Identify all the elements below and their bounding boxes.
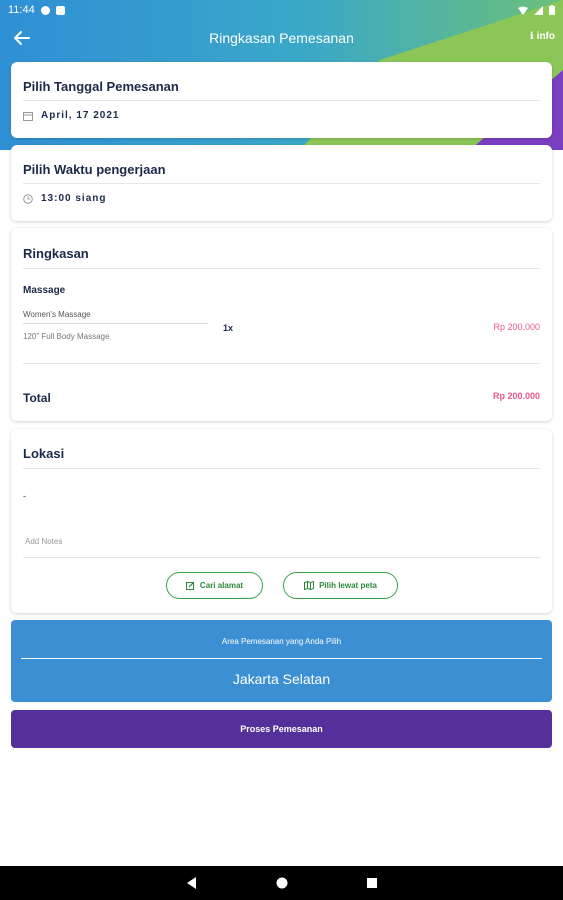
divider <box>23 557 540 558</box>
divider <box>23 100 540 101</box>
service-price: Rp 200.000 <box>493 322 540 332</box>
area-panel[interactable]: Area Pemesanan yang Anda Pilih Jakarta S… <box>11 620 552 702</box>
summary-title: Ringkasan <box>23 246 89 261</box>
page-title: Ringkasan Pemesanan <box>209 30 354 46</box>
date-section-title: Pilih Tanggal Pemesanan <box>23 79 179 94</box>
search-address-button[interactable]: Cari alamat <box>166 572 263 599</box>
service-quantity: 1x <box>223 323 234 333</box>
nav-home-icon[interactable] <box>275 876 289 890</box>
date-card[interactable]: Pilih Tanggal Pemesanan April, 17 2021 <box>11 62 552 138</box>
time-value-row[interactable]: 13:00 siang <box>23 193 106 204</box>
edit-icon <box>185 581 195 590</box>
system-navigation-bar <box>0 866 563 900</box>
nav-recents-icon[interactable] <box>365 876 379 890</box>
search-address-label: Cari alamat <box>199 581 244 590</box>
notes-input[interactable]: Add Notes <box>25 537 62 546</box>
status-time: 11:44 <box>8 4 35 16</box>
clock-icon <box>23 193 33 204</box>
total-price: Rp 200.000 <box>492 391 540 401</box>
area-divider <box>21 658 542 659</box>
service-detail: 120" Full Body Massage <box>23 332 110 341</box>
signal-icon <box>534 5 543 15</box>
date-value-row[interactable]: April, 17 2021 <box>23 110 119 121</box>
calendar-icon <box>23 111 33 121</box>
info-label: info <box>536 31 555 42</box>
wifi-icon <box>518 6 528 15</box>
divider <box>23 363 540 364</box>
process-order-button[interactable]: Proses Pemesanan <box>11 710 552 748</box>
location-title: Lokasi <box>23 446 65 461</box>
divider <box>23 183 540 184</box>
pick-on-map-label: Pilih lewat peta <box>319 581 377 590</box>
area-value: Jakarta Selatan <box>232 671 331 687</box>
time-card[interactable]: Pilih Waktu pengerjaan 13:00 siang <box>11 145 552 221</box>
area-label: Area Pemesanan yang Anda Pilih <box>221 637 342 646</box>
info-icon: ℹ <box>529 31 534 42</box>
divider <box>23 468 540 469</box>
app-bar: Ringkasan Pemesanan ℹ info <box>0 20 563 56</box>
service-name: Women's Massage <box>23 310 91 319</box>
service-underline <box>23 323 208 324</box>
date-value: April, 17 2021 <box>41 110 120 121</box>
address-text: - <box>23 491 26 501</box>
summary-card: Ringkasan Massage Women's Massage 120" F… <box>11 228 552 421</box>
info-button[interactable]: ℹ info <box>530 31 555 42</box>
divider <box>23 268 540 269</box>
sd-card-icon <box>55 5 65 15</box>
service-category: Massage <box>23 285 66 296</box>
time-value: 13:00 siang <box>41 193 107 204</box>
status-bar: 11:44 <box>0 0 563 20</box>
time-section-title: Pilih Waktu pengerjaan <box>23 162 166 177</box>
total-label: Total <box>23 391 51 405</box>
pick-on-map-button[interactable]: Pilih lewat peta <box>283 572 398 599</box>
map-icon <box>304 581 315 590</box>
location-card: Lokasi - Add Notes Cari alamat Pilih lew… <box>11 429 552 613</box>
battery-icon <box>549 5 555 15</box>
notification-icon <box>40 5 50 15</box>
nav-back-icon[interactable] <box>185 876 199 890</box>
